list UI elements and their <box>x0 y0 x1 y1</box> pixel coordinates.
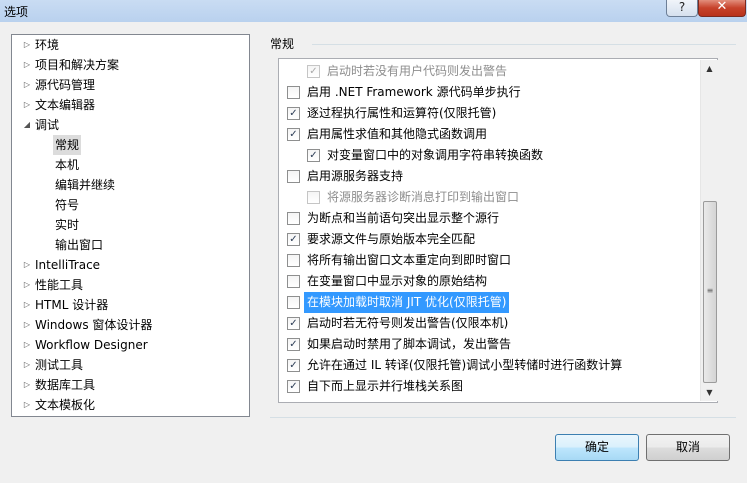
expand-arrow-icon[interactable]: ▷ <box>21 95 33 115</box>
options-scrollbar[interactable]: ▲ ≡ ▼ <box>700 60 718 401</box>
option-label: 如果启动时禁用了脚本调试，发出警告 <box>307 337 512 351</box>
expand-arrow-icon[interactable]: ▷ <box>21 315 33 335</box>
option-label: 在模块加载时取消 JIT 优化(仅限托管) <box>304 292 510 313</box>
option-checkbox: ✓ <box>307 65 320 78</box>
option-row[interactable]: ✓ 启用属性求值和其他隐式函数调用 <box>279 124 699 145</box>
option-row: ✓ 启动时若没有用户代码则发出警告 <box>279 61 699 82</box>
expand-arrow-icon[interactable]: ▷ <box>21 375 33 395</box>
bottom-divider <box>270 417 736 418</box>
expand-arrow-icon[interactable]: ▷ <box>21 335 33 355</box>
option-checkbox[interactable]: ✓ <box>307 149 320 162</box>
ok-button[interactable]: 确定 <box>555 434 639 461</box>
section-divider <box>312 44 736 45</box>
option-row[interactable]: 在变量窗口中显示对象的原始结构 <box>279 271 699 292</box>
option-checkbox[interactable]: ✓ <box>287 380 300 393</box>
expand-arrow-icon[interactable]: ▷ <box>21 35 33 55</box>
expand-arrow-icon[interactable]: ▷ <box>21 395 33 415</box>
option-row[interactable]: 启用源服务器支持 <box>279 166 699 187</box>
options-list[interactable]: ✓ 启动时若没有用户代码则发出警告启用 .NET Framework 源代码单步执… <box>278 58 718 403</box>
option-checkbox[interactable]: ✓ <box>287 128 300 141</box>
tree-item-label: 文本模板化 <box>35 398 96 412</box>
tree-item-label: IntelliTrace <box>35 258 101 272</box>
tree-item-label: 项目和解决方案 <box>35 58 120 72</box>
tree-item-label: 常规 <box>53 135 82 155</box>
expand-arrow-icon[interactable]: ▷ <box>21 75 33 95</box>
option-checkbox <box>307 191 320 204</box>
tree-item-label: 实时 <box>55 218 80 232</box>
options-tree[interactable]: ▷ 环境 ▷ 项目和解决方案 ▷ 源代码管理 ▷ 文本编辑器 ◢ 调试 常规 本机 编辑并继续 符号 实时输… <box>11 34 250 417</box>
option-checkbox[interactable]: ✓ <box>287 338 300 351</box>
option-row[interactable]: 将所有输出窗口文本重定向到即时窗口 <box>279 250 699 271</box>
expand-arrow-icon[interactable]: ▷ <box>21 295 33 315</box>
option-row[interactable]: ✓ 如果启动时禁用了脚本调试，发出警告 <box>279 334 699 355</box>
option-label: 允许在通过 IL 转译(仅限托管)调试小型转储时进行函数计算 <box>307 358 623 372</box>
tree-item-label: 编辑并继续 <box>55 178 116 192</box>
option-label: 启用属性求值和其他隐式函数调用 <box>307 127 488 141</box>
option-checkbox[interactable]: ✓ <box>287 233 300 246</box>
option-row[interactable]: 在模块加载时取消 JIT 优化(仅限托管) <box>279 292 699 313</box>
option-checkbox[interactable] <box>287 254 300 267</box>
option-checkbox[interactable] <box>287 275 300 288</box>
tree-item-label: 调试 <box>35 118 60 132</box>
option-label: 启动时若没有用户代码则发出警告 <box>327 64 508 78</box>
expand-arrow-icon[interactable]: ▷ <box>21 255 33 275</box>
section-title: 常规 <box>270 37 295 51</box>
option-checkbox[interactable] <box>287 212 300 225</box>
option-label: 要求源文件与原始版本完全匹配 <box>307 232 476 246</box>
tree-item-label: Workflow Designer <box>35 338 148 352</box>
option-label: 在变量窗口中显示对象的原始结构 <box>307 274 488 288</box>
option-checkbox[interactable] <box>287 86 300 99</box>
option-checkbox[interactable]: ✓ <box>287 107 300 120</box>
tree-item-label: Windows 窗体设计器 <box>35 318 153 332</box>
option-row[interactable]: ✓ 逐过程执行属性和运算符(仅限托管) <box>279 103 699 124</box>
tree-item-label: 本机 <box>55 158 80 172</box>
tree-item-label: 输出窗口 <box>55 238 104 252</box>
tree-item-label: 符号 <box>55 198 80 212</box>
option-row: 将源服务器诊断消息打印到输出窗口 <box>279 187 699 208</box>
scroll-up-icon[interactable]: ▲ <box>701 60 718 77</box>
tree-item-label: 数据库工具 <box>35 378 96 392</box>
option-row[interactable]: ✓ 自下而上显示并行堆栈关系图 <box>279 376 699 397</box>
tree-item-label: 环境 <box>35 38 60 52</box>
window-title: 选项 <box>4 5 29 19</box>
option-label: 将源服务器诊断消息打印到输出窗口 <box>327 190 520 204</box>
option-checkbox[interactable]: ✓ <box>287 317 300 330</box>
option-row[interactable]: ✓ 允许在通过 IL 转译(仅限托管)调试小型转储时进行函数计算 <box>279 355 699 376</box>
option-row[interactable]: ✓ 对变量窗口中的对象调用字符串转换函数 <box>279 145 699 166</box>
tree-item-label: 性能工具 <box>35 278 84 292</box>
close-button[interactable]: ✕ <box>698 0 746 17</box>
option-label: 启用源服务器支持 <box>307 169 404 183</box>
option-label: 自下而上显示并行堆栈关系图 <box>307 379 464 393</box>
option-label: 启动时若无符号则发出警告(仅限本机) <box>307 316 509 330</box>
cancel-button[interactable]: 取消 <box>646 434 730 461</box>
collapse-arrow-icon[interactable]: ◢ <box>21 115 33 135</box>
expand-arrow-icon[interactable]: ▷ <box>21 275 33 295</box>
grip-icon: ≡ <box>706 286 714 295</box>
tree-item-label: HTML 设计器 <box>35 298 109 312</box>
expand-arrow-icon[interactable]: ▷ <box>21 55 33 75</box>
option-label: 将所有输出窗口文本重定向到即时窗口 <box>307 253 512 267</box>
tree-item-label: 文本编辑器 <box>35 98 96 112</box>
option-row[interactable]: 为断点和当前语句突出显示整个源行 <box>279 208 699 229</box>
option-label: 为断点和当前语句突出显示整个源行 <box>307 211 500 225</box>
scroll-down-icon[interactable]: ▼ <box>701 384 718 401</box>
option-checkbox[interactable] <box>287 170 300 183</box>
option-checkbox[interactable] <box>287 296 300 309</box>
tree-item-label: 测试工具 <box>35 358 84 372</box>
option-label: 逐过程执行属性和运算符(仅限托管) <box>307 106 497 120</box>
help-button[interactable]: ? <box>666 0 698 17</box>
option-label: 启用 .NET Framework 源代码单步执行 <box>307 85 521 99</box>
option-row[interactable]: ✓ 启动时若无符号则发出警告(仅限本机) <box>279 313 699 334</box>
option-row[interactable]: ✓ 要求源文件与原始版本完全匹配 <box>279 229 699 250</box>
option-row[interactable]: 启用 .NET Framework 源代码单步执行 <box>279 82 699 103</box>
scrollbar-thumb[interactable]: ≡ <box>703 201 717 383</box>
tree-item-label: 源代码管理 <box>35 78 96 92</box>
option-label: 对变量窗口中的对象调用字符串转换函数 <box>327 148 544 162</box>
option-checkbox[interactable]: ✓ <box>287 359 300 372</box>
title-bar: 选项 ? ✕ <box>0 0 747 22</box>
expand-arrow-icon[interactable]: ▷ <box>21 355 33 375</box>
